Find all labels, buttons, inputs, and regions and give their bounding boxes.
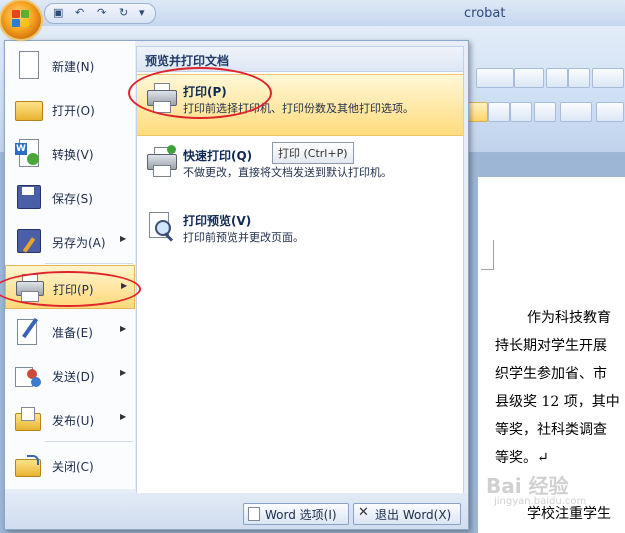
menu-item-label: 关闭(C) bbox=[52, 460, 94, 474]
option-description: 不做更改，直接将文档发送到默认打印机。 bbox=[183, 166, 392, 179]
menu-item-label: 打印(P) bbox=[53, 283, 94, 297]
decrease-indent-button[interactable] bbox=[546, 68, 568, 88]
prepare-icon bbox=[13, 317, 43, 345]
submenu-arrow-icon: ▶ bbox=[120, 234, 127, 243]
office-button[interactable] bbox=[1, 1, 41, 39]
multilevel-list-button[interactable] bbox=[514, 68, 544, 88]
watermark-subtext: jingyan.baidu.com bbox=[494, 496, 587, 507]
document-line[interactable]: 县级奖 12 项，其中 bbox=[495, 391, 620, 411]
menu-item-new[interactable]: 新建(N) bbox=[5, 43, 135, 87]
new-document-icon bbox=[13, 51, 43, 79]
menu-item-print[interactable]: 打印(P) ▶ bbox=[5, 265, 135, 309]
options-icon bbox=[248, 507, 260, 521]
justify-button[interactable] bbox=[534, 102, 556, 122]
undo-icon[interactable]: ↶ bbox=[75, 6, 84, 19]
close-folder-icon bbox=[13, 451, 43, 479]
watermark-text: Bai 经验 bbox=[486, 474, 569, 498]
print-preview-option[interactable]: 打印预览(V) 打印前预览并更改页面。 bbox=[137, 204, 463, 266]
save-icon bbox=[13, 183, 43, 211]
margin-marker bbox=[493, 240, 494, 270]
option-description: 打印前预览并更改页面。 bbox=[183, 231, 304, 244]
close-icon: ✕ bbox=[358, 505, 369, 520]
refresh-icon[interactable]: ↻ bbox=[119, 6, 128, 19]
menu-item-label: 发布(U) bbox=[52, 414, 95, 428]
menu-item-label: 另存为(A) bbox=[52, 236, 106, 250]
align-center-button[interactable] bbox=[488, 102, 510, 122]
button-label: 退出 Word(X) bbox=[375, 508, 452, 522]
save-icon[interactable]: ▣ bbox=[53, 6, 63, 19]
bullets-button[interactable] bbox=[476, 68, 514, 88]
office-logo-icon bbox=[12, 10, 30, 28]
line-spacing-button[interactable] bbox=[560, 102, 592, 122]
menu-item-close[interactable]: 关闭(C) bbox=[5, 443, 135, 487]
save-as-icon bbox=[13, 227, 43, 255]
menu-item-publish[interactable]: 发布(U) ▶ bbox=[5, 397, 135, 441]
publish-icon bbox=[13, 405, 43, 433]
option-title: 打印(P) bbox=[183, 85, 227, 99]
menu-item-label: 保存(S) bbox=[52, 192, 93, 206]
menu-item-convert[interactable]: W 转换(V) bbox=[5, 131, 135, 175]
menu-item-save[interactable]: 保存(S) bbox=[5, 175, 135, 219]
increase-indent-button[interactable] bbox=[568, 68, 590, 88]
panel-title: 预览并打印文档 bbox=[145, 54, 230, 68]
baidu-watermark: Bai 经验 jingyan.baidu.com bbox=[486, 470, 586, 507]
sort-button[interactable] bbox=[592, 68, 624, 88]
document-line[interactable]: 作为科技教育 bbox=[527, 307, 611, 327]
menu-item-send[interactable]: 发送(D) ▶ bbox=[5, 353, 135, 397]
option-description: 打印前选择打印机、打印份数及其他打印选项。 bbox=[183, 102, 414, 115]
button-label: Word 选项(I) bbox=[265, 508, 337, 522]
office-menu-commands: 新建(N) 打开(O) W 转换(V) 保存(S) 另存为(A) ▶ 打印(P)… bbox=[5, 41, 135, 489]
quick-access-toolbar: ▣ ↶ ↷ ↻ ▾ bbox=[44, 3, 156, 24]
align-left-button[interactable] bbox=[466, 102, 488, 122]
printer-icon bbox=[145, 81, 177, 113]
title-bar: ▣ ↶ ↷ ↻ ▾ crobat bbox=[0, 0, 625, 27]
menu-item-open[interactable]: 打开(O) bbox=[5, 87, 135, 131]
print-preview-icon bbox=[145, 210, 177, 242]
office-menu-footer: Word 选项(I) ✕ 退出 Word(X) bbox=[5, 493, 468, 529]
align-right-button[interactable] bbox=[510, 102, 532, 122]
menu-item-save-as[interactable]: 另存为(A) ▶ bbox=[5, 219, 135, 263]
submenu-arrow-icon: ▶ bbox=[121, 281, 128, 290]
send-icon bbox=[13, 361, 43, 389]
menu-separator bbox=[45, 263, 133, 264]
menu-item-label: 发送(D) bbox=[52, 370, 95, 384]
office-menu: 新建(N) 打开(O) W 转换(V) 保存(S) 另存为(A) ▶ 打印(P)… bbox=[4, 40, 469, 530]
margin-marker bbox=[481, 269, 493, 270]
word-options-button[interactable]: Word 选项(I) bbox=[243, 503, 349, 525]
exit-word-button[interactable]: ✕ 退出 Word(X) bbox=[353, 503, 461, 525]
menu-item-prepare[interactable]: 准备(E) ▶ bbox=[5, 309, 135, 353]
document-line[interactable]: 持长期对学生开展 bbox=[495, 335, 607, 355]
chevron-down-icon[interactable]: ▾ bbox=[139, 6, 145, 19]
menu-item-label: 准备(E) bbox=[52, 326, 93, 340]
convert-icon: W bbox=[13, 139, 43, 167]
printer-icon bbox=[14, 274, 44, 302]
document-line[interactable]: 等奖，社科类调查 bbox=[495, 419, 607, 439]
submenu-arrow-icon: ▶ bbox=[120, 324, 127, 333]
redo-icon[interactable]: ↷ bbox=[97, 6, 106, 19]
print-tooltip: 打印 (Ctrl+P) bbox=[272, 142, 354, 164]
panel-header: 预览并打印文档 bbox=[137, 47, 463, 72]
option-title: 打印预览(V) bbox=[183, 214, 252, 228]
shading-button[interactable] bbox=[596, 102, 624, 122]
open-folder-icon bbox=[13, 95, 43, 123]
menu-item-label: 新建(N) bbox=[52, 60, 95, 74]
submenu-arrow-icon: ▶ bbox=[120, 412, 127, 421]
option-title: 快速打印(Q) bbox=[183, 149, 253, 163]
menu-item-label: 打开(O) bbox=[52, 104, 95, 118]
quick-print-icon bbox=[145, 145, 177, 177]
print-submenu-panel: 预览并打印文档 打印(P) 打印前选择打印机、打印份数及其他打印选项。 快速打印… bbox=[136, 46, 464, 495]
print-option[interactable]: 打印(P) 打印前选择打印机、打印份数及其他打印选项。 bbox=[137, 74, 463, 136]
document-line[interactable]: 等奖。↵ bbox=[495, 447, 549, 467]
submenu-arrow-icon: ▶ bbox=[120, 368, 127, 377]
window-title: crobat bbox=[464, 6, 506, 21]
document-line[interactable]: 织学生参加省、市 bbox=[495, 363, 607, 383]
menu-separator bbox=[45, 441, 133, 442]
menu-item-label: 转换(V) bbox=[52, 148, 94, 162]
